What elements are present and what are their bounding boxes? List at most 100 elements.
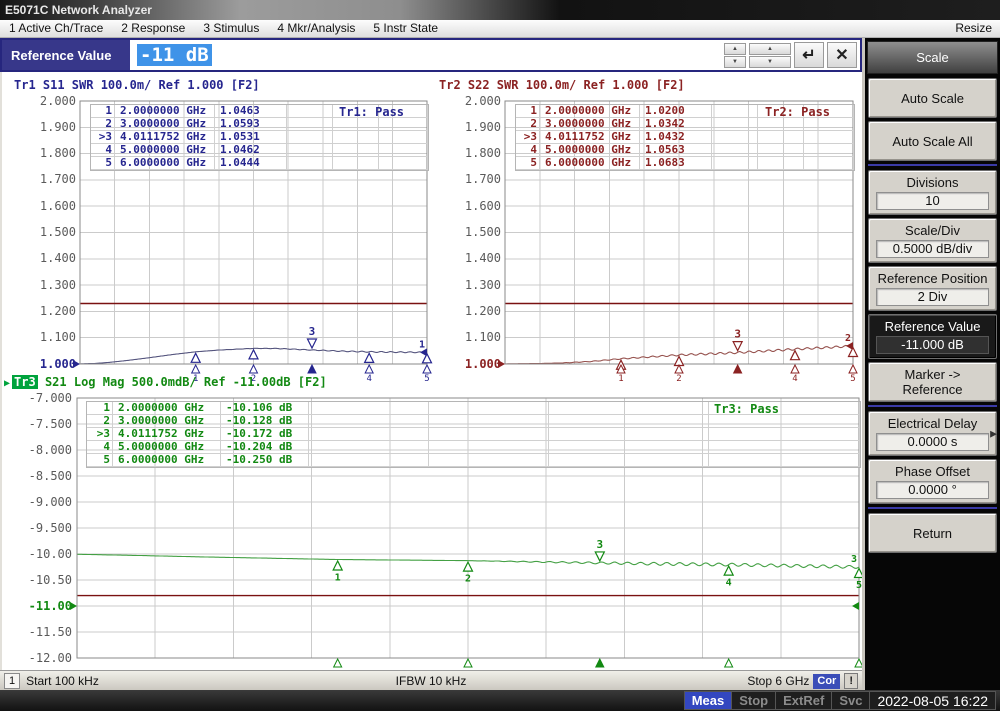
tr3-marker-3-axis-indicator (596, 659, 604, 667)
tr3-y-axis-tick: -9.000 (4, 496, 72, 509)
softkey-return[interactable]: Return (868, 513, 997, 553)
tr3-marker-row-5-frequency: 6.0000000 GHz (113, 454, 221, 467)
softkey-value: 0.5000 dB/div (876, 240, 990, 258)
tr2-marker-row-5-empty (712, 157, 758, 170)
menu-item-2[interactable]: 2 Response (112, 20, 194, 37)
stop-frequency-label: Stop 6 GHz (747, 674, 809, 688)
softkey-auto-scale-all[interactable]: Auto Scale All (868, 121, 997, 161)
softkey-electrical-delay[interactable]: Electrical Delay0.0000 s▶ (868, 411, 997, 456)
reference-value-input[interactable]: -11 dB (130, 40, 724, 70)
softkey-divisions[interactable]: Divisions10 (868, 170, 997, 215)
tr2-marker-4-triangle[interactable] (791, 351, 800, 360)
step-down-large-button[interactable]: ▼ (749, 56, 791, 68)
tr1-marker-1-triangle[interactable] (191, 353, 200, 362)
menu-item-resize[interactable]: Resize (947, 20, 1000, 37)
window-title: E5071C Network Analyzer (5, 3, 152, 17)
tr2-marker-row-4-empty (758, 144, 804, 157)
tr1-y-axis-tick: 1.900 (6, 121, 76, 134)
softkey-auto-scale[interactable]: Auto Scale (868, 78, 997, 118)
tr1-marker-row-2-empty (379, 118, 428, 131)
tr2-y-axis-tick: 1.700 (431, 173, 501, 186)
menu-item-4[interactable]: 4 Mkr/Analysis (268, 20, 364, 37)
tr1-header[interactable]: Tr1 S11 SWR 100.0m/ Ref 1.000 [F2] (14, 78, 260, 92)
tr1-marker-row-3-empty (379, 131, 428, 144)
tr3-marker-row-4-frequency: 5.0000000 GHz (113, 441, 221, 454)
tr3-marker-row-5-value: -10.250 dB (221, 454, 309, 467)
tr1-marker-row-1-frequency: 2.0000000 GHz (115, 105, 215, 118)
tr3-marker-2-triangle[interactable] (464, 562, 473, 571)
tr1-marker-5-axis-label: 5 (424, 374, 429, 384)
menu-item-1[interactable]: 1 Active Ch/Trace (0, 20, 112, 37)
tr2-marker-3-triangle[interactable] (733, 342, 742, 351)
softkey-reference-value[interactable]: Reference Value-11.000 dB (868, 314, 997, 359)
entry-enter-button[interactable]: ↵ (794, 42, 824, 68)
tr1-marker-2-triangle[interactable] (249, 350, 258, 359)
tr1-marker-2-axis-indicator (250, 365, 258, 373)
tr3-right-edge-arrow-icon (852, 602, 859, 610)
tr3-marker-row-4-number: 4 (87, 441, 113, 454)
step-up-large-button[interactable]: ▲ (749, 43, 791, 55)
tr3-y-axis-tick: -11.00 (4, 600, 72, 613)
softkey-marker-reference[interactable]: Marker -> Reference (868, 362, 997, 402)
tr3-marker-row-5-empty (309, 454, 429, 467)
tr3-marker-1-triangle[interactable] (333, 561, 342, 570)
tr1-marker-3-axis-indicator (308, 365, 316, 373)
tr3-marker-row-1-empty (429, 402, 549, 415)
tr1-trace-number-indicator: 1 (419, 339, 425, 350)
tr1-marker-row-4-value: 1.0462 (215, 144, 287, 157)
tr2-header[interactable]: Tr2 S22 SWR 100.0m/ Ref 1.000 [F2] (439, 78, 685, 92)
softkey-value: 0.0000 ° (876, 481, 990, 499)
tr3-marker-row-3-empty (429, 428, 549, 441)
tr3-marker-row-2-number: 2 (87, 415, 113, 428)
tr2-marker-5-axis-label: 5 (850, 374, 855, 384)
tr1-marker-row-1-number: 1 (91, 105, 115, 118)
coarse-stepper: ▲ ▼ (749, 43, 791, 68)
tr2-y-axis-tick: 1.800 (431, 147, 501, 160)
tr3-header[interactable]: ▶Tr3 S21 Log Mag 500.0mdB/ Ref -11.00dB … (4, 375, 327, 389)
step-down-small-button[interactable]: ▼ (724, 56, 746, 68)
softkey-label: Return (913, 526, 952, 541)
tr3-y-axis-tick: -12.00 (4, 652, 72, 665)
tr3-y-axis-tick: -11.50 (4, 626, 72, 639)
submenu-arrow-icon: ▶ (990, 428, 997, 439)
tr1-y-axis-tick: 1.700 (6, 173, 76, 186)
tr2-trace-name: Tr2 (439, 78, 461, 92)
tr3-marker-row-4-empty (309, 441, 429, 454)
tr3-pass-status: Tr3: Pass (714, 402, 779, 416)
tr2-marker-row-3-empty (758, 131, 804, 144)
reference-value-entry-bar: Reference Value -11 dB ▲ ▼ ▲ ▼ ↵ ✕ (0, 38, 862, 72)
entry-close-button[interactable]: ✕ (827, 42, 857, 68)
active-trace-arrow-icon: ▶ (4, 378, 10, 389)
softkey-scale-div[interactable]: Scale/Div0.5000 dB/div (868, 218, 997, 263)
menu-item-3[interactable]: 3 Stimulus (194, 20, 268, 37)
tr1-marker-row-5-value: 1.0444 (215, 157, 287, 170)
tr3-y-axis-tick: -7.500 (4, 418, 72, 431)
tr1-marker-3-triangle[interactable] (307, 339, 316, 348)
datetime-display: 2022-08-05 16:22 (869, 692, 995, 709)
tr2-marker-row-2-frequency: 3.0000000 GHz (540, 118, 640, 131)
title-bar: E5071C Network Analyzer (0, 0, 1000, 20)
tr1-marker-4-axis-label: 4 (366, 374, 371, 384)
status-right: Stop 6 GHz Cor ! (747, 671, 858, 691)
step-up-small-button[interactable]: ▲ (724, 43, 746, 55)
svc-indicator: Svc (831, 692, 869, 709)
tr2-marker-3-axis-indicator (734, 365, 742, 373)
menu-item-5[interactable]: 5 Instr State (364, 20, 447, 37)
tr3-marker-3-triangle[interactable] (595, 552, 604, 561)
tr2-y-axis-tick: 1.200 (431, 305, 501, 318)
tr2-marker-row-1-value: 1.0200 (640, 105, 712, 118)
tr3-marker-row-2-frequency: 3.0000000 GHz (113, 415, 221, 428)
tr3-marker-row-2-empty (709, 415, 860, 428)
tr1-marker-4-triangle[interactable] (365, 353, 374, 362)
close-icon: ✕ (835, 45, 848, 65)
softkey-reference-position[interactable]: Reference Position2 Div (868, 266, 997, 311)
tr2-y-axis-tick: 1.300 (431, 279, 501, 292)
entry-value-selected-text[interactable]: -11 dB (137, 44, 212, 66)
softkey-phase-offset[interactable]: Phase Offset 0.0000 ° (868, 459, 997, 504)
tr1-marker-row-2-empty (333, 118, 379, 131)
softkey-label: Phase Offset (895, 464, 970, 479)
entry-controls: ▲ ▼ ▲ ▼ ↵ ✕ (724, 40, 860, 70)
tr2-marker-row-2-empty (804, 118, 854, 131)
tr2-marker-5-triangle[interactable] (849, 348, 858, 357)
tr3-marker-4-triangle[interactable] (724, 566, 733, 575)
